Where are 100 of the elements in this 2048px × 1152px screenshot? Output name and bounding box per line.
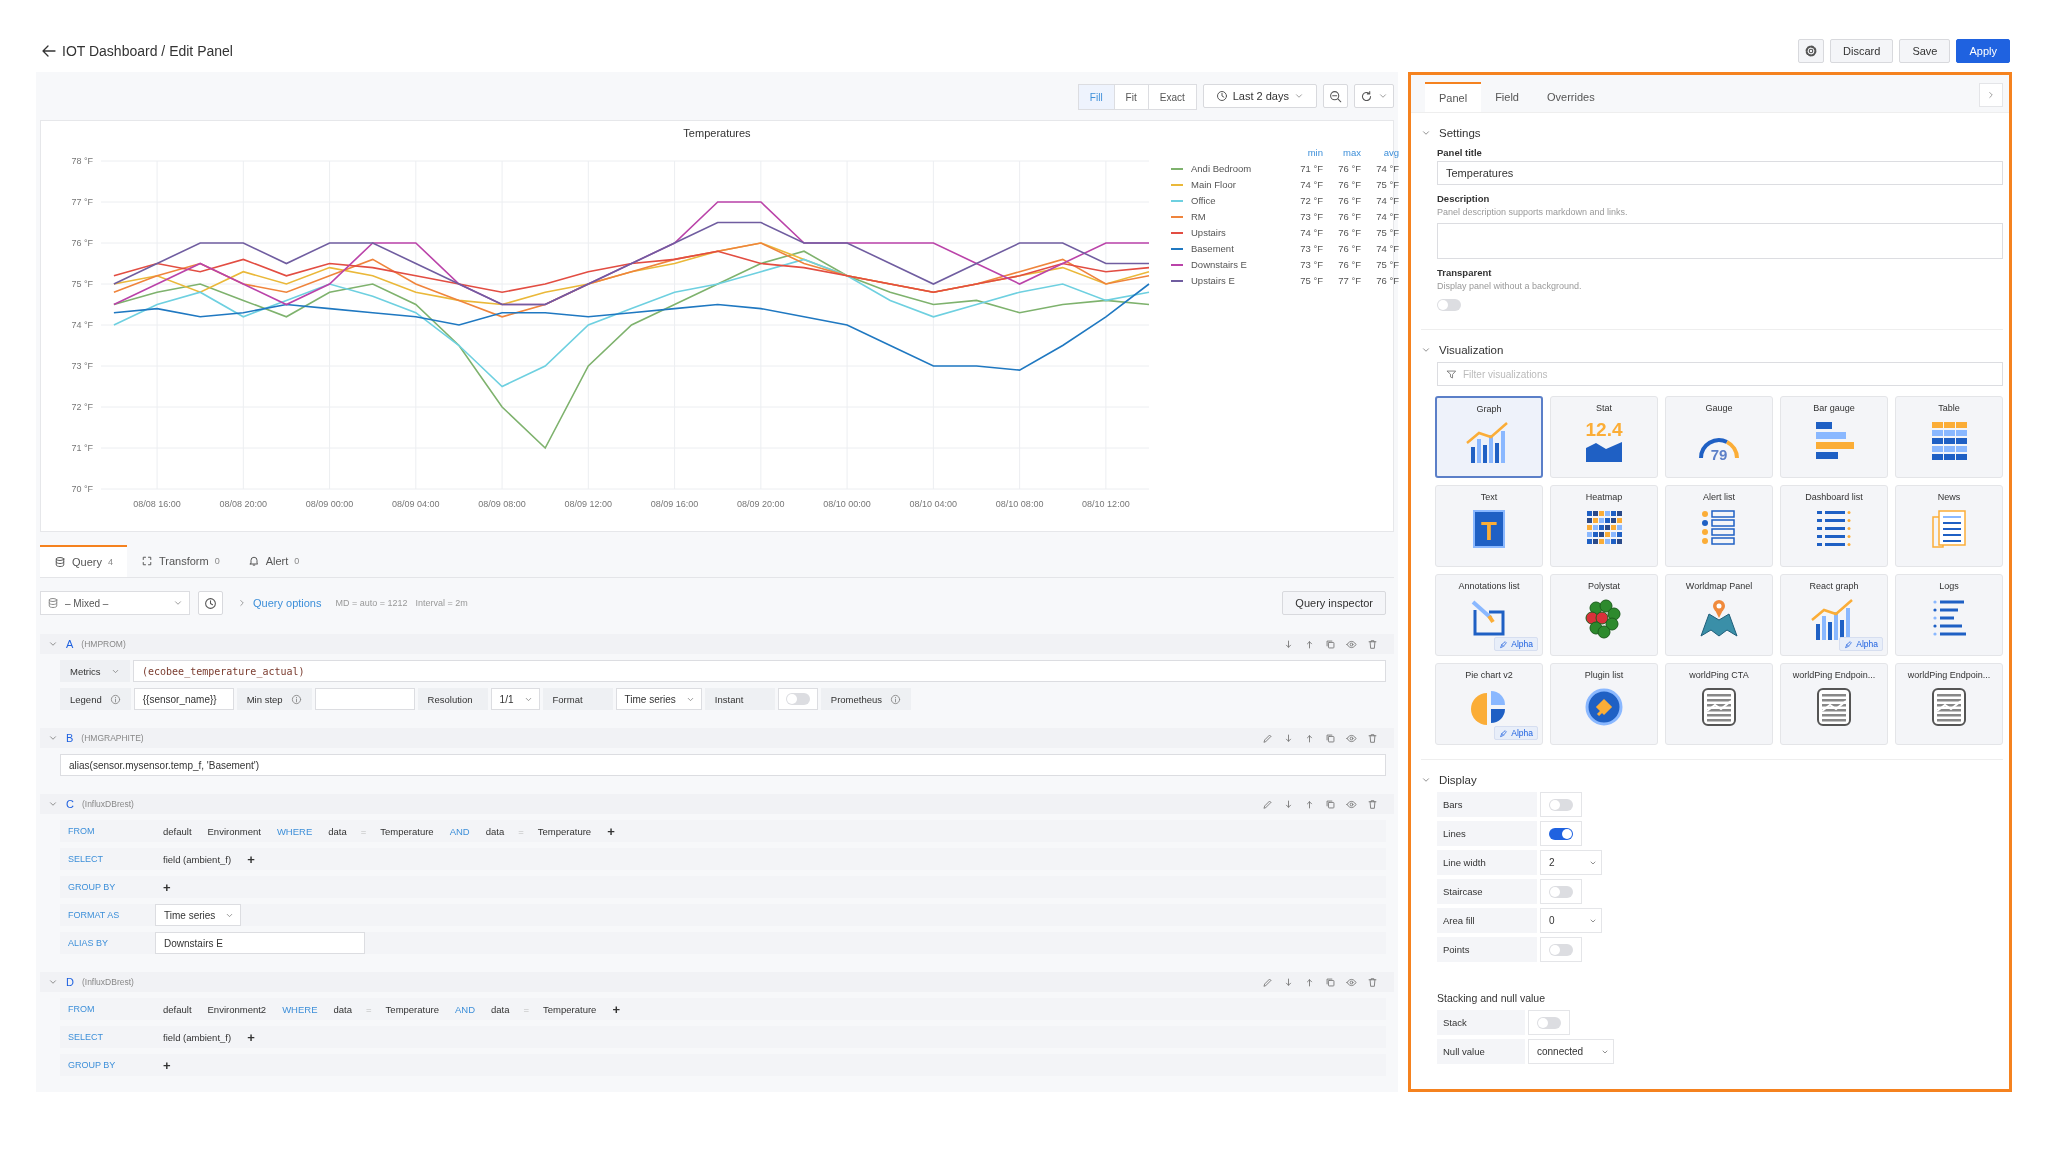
visualization-card[interactable]: Alert list: [1665, 485, 1773, 567]
tab[interactable]: Transform 0: [127, 545, 234, 577]
legend-value: 76 °F: [1337, 163, 1361, 174]
select-dropdown[interactable]: 1/1: [490, 688, 540, 710]
add-button[interactable]: +: [239, 851, 263, 867]
visualization-card[interactable]: Logs: [1895, 574, 2003, 656]
query-input[interactable]: (ecobee_temperature_actual): [133, 660, 1386, 682]
datasource-select[interactable]: – Mixed –: [40, 591, 190, 615]
legend-column-header[interactable]: max: [1323, 147, 1361, 158]
legend-series-name[interactable]: RM: [1185, 211, 1285, 222]
visualization-card[interactable]: React graph Alpha: [1780, 574, 1888, 656]
option-label: Staircase: [1437, 879, 1537, 904]
legend-value: 74 °F: [1375, 195, 1399, 206]
legend-value: 75 °F: [1299, 275, 1323, 286]
legend-series-name[interactable]: Downstairs E: [1185, 259, 1285, 270]
header-button[interactable]: Save: [1899, 39, 1951, 63]
tab[interactable]: Alert 0: [233, 545, 314, 577]
field-help: Panel description supports markdown and links.: [1437, 207, 1629, 217]
select-dropdown[interactable]: 0: [1540, 908, 1602, 933]
legend-series-name[interactable]: Andi Bedroom: [1185, 163, 1285, 174]
header-button[interactable]: Apply: [1956, 39, 2010, 63]
query-segment[interactable]: Temperature: [535, 1003, 605, 1015]
legend-column-header[interactable]: min: [1285, 147, 1323, 158]
visualization-card[interactable]: Heatmap: [1550, 485, 1658, 567]
input-field[interactable]: {{sensor_name}}: [133, 688, 234, 710]
query-segment[interactable]: field (ambient_f): [155, 1031, 240, 1043]
query-input[interactable]: alias(sensor.mysensor.temp_f, 'Basement'): [60, 754, 1386, 776]
axis-label: 08/08 16:00: [133, 499, 181, 509]
card-title: Alert list: [1703, 492, 1735, 502]
query-segment[interactable]: default: [155, 1003, 200, 1015]
visualization-card[interactable]: Plugin list: [1550, 663, 1658, 745]
tab[interactable]: Overrides: [1533, 82, 1609, 112]
query-segment[interactable]: data: [320, 825, 355, 837]
visualization-card[interactable]: Annotations list Alpha: [1435, 574, 1543, 656]
legend-value: 73 °F: [1299, 259, 1323, 270]
query-segment[interactable]: Temperature: [377, 1003, 447, 1015]
field-label: Min step: [246, 693, 283, 705]
legend-series-name[interactable]: Upstairs: [1185, 227, 1285, 238]
select-dropdown[interactable]: Time series: [615, 688, 702, 710]
add-button[interactable]: +: [155, 1057, 179, 1073]
clause-keyword: FROM: [67, 1004, 96, 1014]
query-segment[interactable]: Environment2: [199, 1003, 275, 1015]
legend-series-name[interactable]: Basement: [1185, 243, 1285, 254]
legend-value: 74 °F: [1299, 179, 1323, 190]
card-title: worldPing Endpoin...: [1907, 670, 1991, 680]
card-title: worldPing Endpoin...: [1792, 670, 1876, 680]
query-segment[interactable]: data: [325, 1003, 361, 1015]
card-title: Gauge: [1705, 403, 1733, 413]
legend-column-header[interactable]: avg: [1361, 147, 1399, 158]
visualization-card[interactable]: Bar gauge: [1780, 396, 1888, 478]
add-button[interactable]: +: [599, 823, 623, 839]
visualization-card[interactable]: Graph: [1435, 396, 1543, 478]
query-segment[interactable]: Temperature: [372, 825, 442, 837]
add-button[interactable]: +: [239, 1029, 263, 1045]
time-range-picker[interactable]: Last 2 days: [1202, 84, 1317, 108]
legend-series-name[interactable]: Upstairs E: [1185, 275, 1285, 286]
mode-button[interactable]: Exact: [1147, 84, 1197, 110]
query-segment[interactable]: Temperature: [529, 825, 600, 837]
axis-label: 76 °F: [71, 238, 93, 248]
legend-series-name[interactable]: Office: [1185, 195, 1285, 206]
select-dropdown[interactable]: Time series: [155, 904, 242, 926]
legend-series-name[interactable]: Main Floor: [1185, 179, 1285, 190]
query-segment[interactable]: Environment: [199, 825, 269, 837]
field-label: Description: [1437, 193, 1491, 204]
visualization-card[interactable]: Table: [1895, 396, 2003, 478]
axis-label: 08/10 08:00: [995, 499, 1044, 509]
visualization-card[interactable]: Polystat: [1550, 574, 1658, 656]
input-field[interactable]: Temperatures: [1437, 161, 2003, 185]
visualization-card[interactable]: Stat 12.4: [1550, 396, 1658, 478]
header-button[interactable]: Discard: [1830, 39, 1894, 63]
metrics-dropdown[interactable]: Metrics: [60, 660, 130, 682]
query-segment[interactable]: field (ambient_f): [155, 853, 240, 865]
tab[interactable]: Field: [1481, 82, 1533, 112]
input-field[interactable]: Downstairs E: [155, 932, 365, 954]
axis-label: 70 °F: [71, 484, 93, 494]
query-segment[interactable]: data: [483, 1003, 518, 1015]
visualization-card[interactable]: News: [1895, 485, 2003, 567]
visualization-card[interactable]: Text T: [1435, 485, 1543, 567]
clause-keyword: GROUP BY: [67, 882, 117, 892]
legend-value: 75 °F: [1375, 259, 1399, 270]
visualization-card[interactable]: Dashboard list: [1780, 485, 1888, 567]
visualization-card[interactable]: worldPing Endpoin...: [1895, 663, 2003, 745]
visualization-card[interactable]: Worldmap Panel: [1665, 574, 1773, 656]
tab[interactable]: Panel: [1425, 82, 1482, 112]
select-dropdown[interactable]: 2: [1540, 850, 1602, 875]
axis-label: 08/09 16:00: [650, 499, 699, 509]
select-dropdown[interactable]: connected: [1528, 1039, 1614, 1064]
visualization-card[interactable]: Pie chart v2 Alpha: [1435, 663, 1543, 745]
query-segment[interactable]: default: [155, 825, 200, 837]
query-operator: =: [522, 1003, 531, 1015]
visualization-card[interactable]: worldPing Endpoin...: [1780, 663, 1888, 745]
add-button[interactable]: +: [155, 879, 179, 895]
tab[interactable]: Query 4: [40, 545, 127, 577]
visualization-card[interactable]: worldPing CTA: [1665, 663, 1773, 745]
query-inspector-button[interactable]: Query inspector: [1282, 591, 1386, 615]
visualization-card[interactable]: Gauge 79: [1665, 396, 1773, 478]
mode-button[interactable]: Fit: [1113, 84, 1149, 110]
field-label: Legend: [70, 693, 102, 705]
query-segment[interactable]: data: [477, 825, 513, 837]
add-button[interactable]: +: [604, 1001, 628, 1017]
